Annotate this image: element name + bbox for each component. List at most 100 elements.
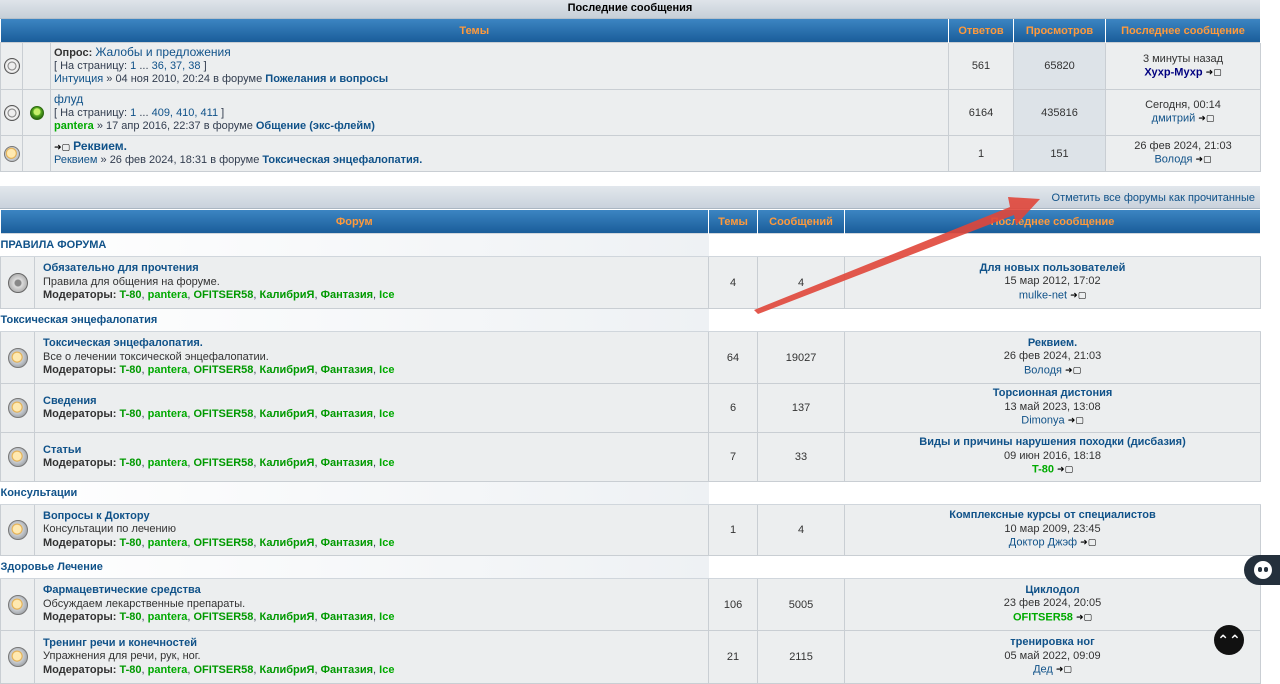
category-link[interactable]: Здоровье Лечение [1,561,103,573]
last-post-user-link[interactable]: Хухр-Мухр [1144,66,1202,78]
topic-title-link[interactable]: Реквием. [73,139,127,153]
page-link[interactable]: 411 [201,107,219,119]
last-post-title-link[interactable]: Для новых пользователей [980,262,1126,274]
category-link[interactable]: Консультации [1,487,78,499]
moderator-link[interactable]: Фантазия [321,457,373,469]
moderator-link[interactable]: pantera [148,537,188,549]
page-link[interactable]: 409, [152,107,173,119]
page-link[interactable]: 1 [130,60,136,72]
moderator-link[interactable]: Фантазия [321,537,373,549]
last-post-title-link[interactable]: Торсионная дистония [993,387,1113,399]
last-post-user-link[interactable]: дмитрий [1152,113,1196,125]
goto-last-post-icon[interactable]: ➜▢ [1068,414,1084,428]
moderator-link[interactable]: Ice [379,537,394,549]
topic-title-link[interactable]: Жалобы и предложения [95,45,230,59]
moderator-link[interactable]: КалибриЯ [260,664,315,676]
chat-widget-button[interactable] [1244,555,1280,585]
forum-name-link[interactable]: Тренинг речи и конечностей [43,637,197,649]
moderator-link[interactable]: pantera [148,289,188,301]
goto-last-post-icon[interactable]: ➜▢ [1065,364,1081,378]
moderator-link[interactable]: КалибриЯ [260,289,315,301]
last-post-user-link[interactable]: T-80 [1032,464,1054,476]
last-post-title-link[interactable]: Реквием. [1028,337,1077,349]
last-post-user-link[interactable]: Дед [1033,664,1053,676]
last-post-user-link[interactable]: Доктор Джэф [1009,537,1077,549]
moderator-link[interactable]: pantera [148,457,188,469]
moderator-link[interactable]: pantera [148,611,188,623]
moderator-link[interactable]: КалибриЯ [260,611,315,623]
forum-link[interactable]: Токсическая энцефалопатия. [262,154,422,166]
goto-last-post-icon[interactable]: ➜▢ [1076,611,1092,625]
moderator-link[interactable]: OFITSER58 [194,537,254,549]
page-link[interactable]: 1 [130,107,136,119]
moderator-link[interactable]: Ice [379,289,394,301]
moderator-link[interactable]: pantera [148,364,188,376]
last-post-title-link[interactable]: тренировка ног [1010,636,1094,648]
forum-name-link[interactable]: Токсическая энцефалопатия. [43,337,203,349]
forum-name-link[interactable]: Сведения [43,395,97,407]
topic-author-link[interactable]: pantera [54,120,94,132]
unread-topic-icon[interactable]: ➜▢ [54,141,70,154]
last-post-user-link[interactable]: mulke-net [1019,290,1067,302]
moderator-link[interactable]: Фантазия [321,289,373,301]
last-post-title-link[interactable]: Виды и причины нарушения походки (дисбаз… [919,436,1186,448]
page-link[interactable]: 36, [152,60,167,72]
moderator-link[interactable]: КалибриЯ [260,457,315,469]
moderator-link[interactable]: OFITSER58 [194,289,254,301]
moderator-link[interactable]: pantera [148,408,188,420]
moderator-link[interactable]: КалибриЯ [260,364,315,376]
moderator-link[interactable]: OFITSER58 [194,611,254,623]
moderator-link[interactable]: Ice [379,364,394,376]
forum-link[interactable]: Пожелания и вопросы [265,73,388,85]
page-link[interactable]: 38 [188,60,200,72]
last-post-user-link[interactable]: Володя [1024,365,1062,377]
goto-last-post-icon[interactable]: ➜▢ [1057,463,1073,477]
moderator-link[interactable]: Фантазия [321,364,373,376]
forum-name-link[interactable]: Фармацевтические средства [43,584,201,596]
forum-name-link[interactable]: Статьи [43,444,81,456]
category-link[interactable]: Токсическая энцефалопатия [1,314,158,326]
moderator-link[interactable]: OFITSER58 [194,457,254,469]
topic-author-link[interactable]: Интуиция [54,73,103,85]
goto-last-post-icon[interactable]: ➜▢ [1070,289,1086,303]
moderator-link[interactable]: Ice [379,457,394,469]
moderator-link[interactable]: T-80 [119,364,141,376]
category-link[interactable]: ПРАВИЛА ФОРУМА [1,239,107,251]
moderator-link[interactable]: Фантазия [321,664,373,676]
moderator-link[interactable]: Ice [379,408,394,420]
moderator-link[interactable]: T-80 [119,537,141,549]
moderator-link[interactable]: КалибриЯ [260,408,315,420]
moderator-link[interactable]: T-80 [119,664,141,676]
moderator-link[interactable]: OFITSER58 [194,664,254,676]
moderator-link[interactable]: OFITSER58 [194,408,254,420]
moderator-link[interactable]: OFITSER58 [194,364,254,376]
moderator-link[interactable]: Фантазия [321,611,373,623]
last-post-user-link[interactable]: Володя [1154,154,1192,166]
last-post-title-link[interactable]: Циклодол [1025,584,1079,596]
moderator-link[interactable]: КалибриЯ [260,537,315,549]
forum-name-link[interactable]: Обязательно для прочтения [43,262,199,274]
moderator-link[interactable]: Ice [379,664,394,676]
page-link[interactable]: 410, [176,107,197,119]
topic-author-link[interactable]: Реквием [54,154,97,166]
moderator-link[interactable]: T-80 [119,408,141,420]
goto-last-post-icon[interactable]: ➜▢ [1056,663,1072,677]
scroll-to-top-button[interactable]: ⌃⌃ [1214,625,1244,655]
moderator-link[interactable]: T-80 [119,457,141,469]
moderator-link[interactable]: pantera [148,664,188,676]
goto-last-post-icon[interactable]: ➜▢ [1196,153,1212,166]
topic-title-link[interactable]: флуд [54,92,83,106]
moderator-link[interactable]: Фантазия [321,408,373,420]
last-post-title-link[interactable]: Комплексные курсы от специалистов [949,509,1156,521]
goto-last-post-icon[interactable]: ➜▢ [1206,66,1222,79]
forum-name-link[interactable]: Вопросы к Доктору [43,510,150,522]
forum-link[interactable]: Общение (экс-флейм) [256,120,375,132]
moderator-link[interactable]: T-80 [119,611,141,623]
moderator-link[interactable]: Ice [379,611,394,623]
last-post-user-link[interactable]: OFITSER58 [1013,612,1073,624]
moderator-link[interactable]: T-80 [119,289,141,301]
goto-last-post-icon[interactable]: ➜▢ [1080,536,1096,550]
page-link[interactable]: 37, [170,60,185,72]
goto-last-post-icon[interactable]: ➜▢ [1198,112,1214,125]
last-post-user-link[interactable]: Dimonya [1021,415,1064,427]
